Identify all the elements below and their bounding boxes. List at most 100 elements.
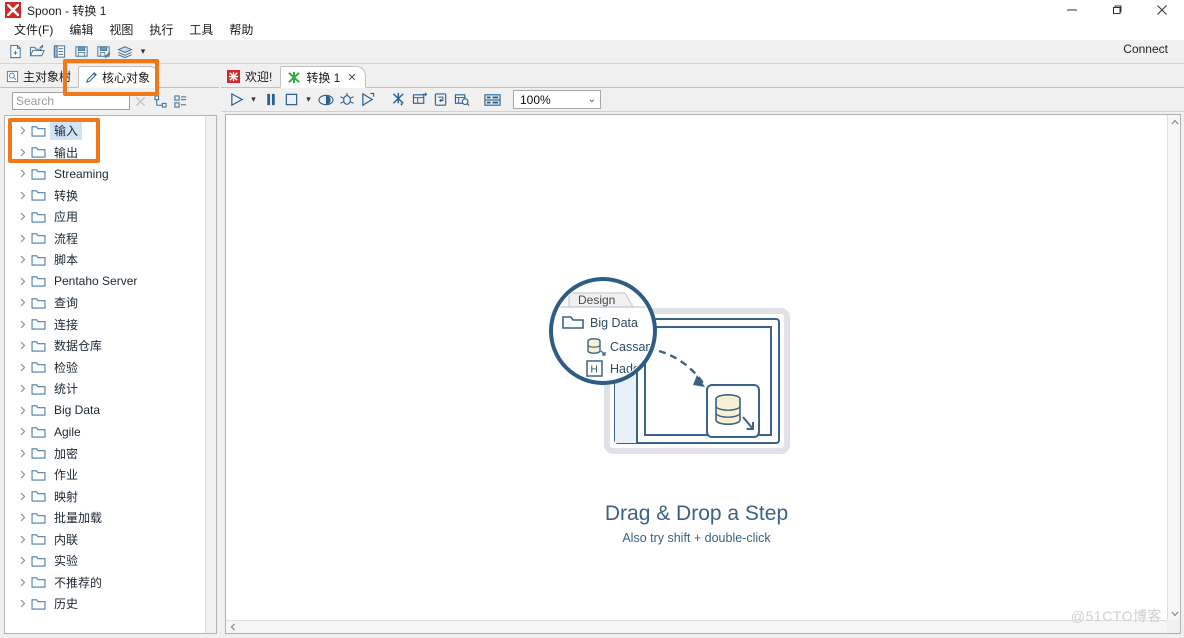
tree-item-label: Pentaho Server bbox=[54, 274, 138, 289]
tree-item[interactable]: 内联 bbox=[5, 529, 205, 551]
preview-icon[interactable] bbox=[315, 89, 336, 111]
chevron-right-icon[interactable] bbox=[15, 599, 31, 608]
folder-icon bbox=[31, 211, 51, 223]
chevron-right-icon[interactable] bbox=[15, 427, 31, 436]
tree-item[interactable]: 作业 bbox=[5, 464, 205, 486]
clear-x-icon[interactable] bbox=[130, 96, 150, 107]
analyze-impact-icon[interactable] bbox=[451, 89, 472, 111]
tree-item[interactable]: 转换 bbox=[5, 185, 205, 207]
tree-item[interactable]: 批量加载 bbox=[5, 507, 205, 529]
menu-view[interactable]: 视图 bbox=[101, 20, 141, 40]
scroll-down-icon[interactable] bbox=[1168, 607, 1181, 620]
chevron-right-icon[interactable] bbox=[15, 556, 31, 565]
tree-item[interactable]: 统计 bbox=[5, 378, 205, 400]
chevron-right-icon[interactable] bbox=[15, 277, 31, 286]
transformation-canvas[interactable]: Design Big Data Cassandr H Hadoop Drag &… bbox=[226, 115, 1167, 620]
tab-welcome[interactable]: 欢迎! bbox=[221, 65, 280, 87]
grid-icon[interactable] bbox=[482, 89, 503, 111]
chevron-right-icon[interactable] bbox=[15, 470, 31, 479]
chevron-right-icon[interactable] bbox=[15, 169, 31, 178]
chevron-right-icon[interactable] bbox=[15, 191, 31, 200]
run-options-caret[interactable]: ▾ bbox=[247, 89, 260, 111]
tab-main-object-tree[interactable]: 主对象树 bbox=[0, 65, 78, 87]
chevron-right-icon[interactable] bbox=[15, 384, 31, 393]
tree-item-label: 查询 bbox=[54, 296, 79, 311]
tab-core-objects[interactable]: 核心对象 bbox=[78, 66, 159, 88]
tree-item[interactable]: 流程 bbox=[5, 228, 205, 250]
menu-help[interactable]: 帮助 bbox=[221, 20, 261, 40]
tree-item[interactable]: 不推荐的 bbox=[5, 572, 205, 594]
menu-edit[interactable]: 编辑 bbox=[61, 20, 101, 40]
layers-dropdown-caret[interactable]: ▾ bbox=[136, 41, 150, 63]
chevron-right-icon[interactable] bbox=[15, 255, 31, 264]
tree-item[interactable]: 数据仓库 bbox=[5, 335, 205, 357]
close-icon[interactable]: ✕ bbox=[347, 71, 356, 84]
tree-item[interactable]: 映射 bbox=[5, 486, 205, 508]
tree-item[interactable]: 输入 bbox=[5, 120, 205, 142]
explore-repository-icon[interactable] bbox=[48, 41, 70, 63]
tree-item[interactable]: 加密 bbox=[5, 443, 205, 465]
chevron-right-icon[interactable] bbox=[15, 363, 31, 372]
replay-icon[interactable] bbox=[357, 89, 378, 111]
connect-link[interactable]: Connect bbox=[1123, 42, 1168, 56]
stop-options-caret[interactable]: ▾ bbox=[302, 89, 315, 111]
tree-item[interactable]: 检验 bbox=[5, 357, 205, 379]
tree-item[interactable]: 实验 bbox=[5, 550, 205, 572]
stop-icon[interactable] bbox=[281, 89, 302, 111]
layers-icon[interactable] bbox=[114, 41, 136, 63]
show-execution-results-icon[interactable] bbox=[430, 89, 451, 111]
menu-run[interactable]: 执行 bbox=[141, 20, 181, 40]
save-as-icon[interactable] bbox=[92, 41, 114, 63]
zoom-select[interactable]: 100% ⌄ bbox=[513, 90, 601, 109]
chevron-right-icon[interactable] bbox=[15, 126, 31, 135]
maximize-button[interactable] bbox=[1094, 0, 1139, 20]
tree-scrollbar[interactable] bbox=[205, 116, 216, 633]
chevron-right-icon[interactable] bbox=[15, 298, 31, 307]
transformation-settings-icon[interactable] bbox=[388, 89, 409, 111]
menu-file[interactable]: 文件(F) bbox=[6, 20, 61, 40]
chevron-right-icon[interactable] bbox=[15, 535, 31, 544]
new-file-icon[interactable] bbox=[4, 41, 26, 63]
canvas-vertical-scrollbar[interactable] bbox=[1167, 115, 1180, 620]
chevron-right-icon[interactable] bbox=[15, 492, 31, 501]
chevron-right-icon[interactable] bbox=[15, 513, 31, 522]
chevron-right-icon[interactable] bbox=[15, 148, 31, 157]
save-icon[interactable] bbox=[70, 41, 92, 63]
tree-item[interactable]: 应用 bbox=[5, 206, 205, 228]
collapse-all-icon[interactable] bbox=[170, 94, 190, 108]
tree-item[interactable]: 脚本 bbox=[5, 249, 205, 271]
chevron-right-icon[interactable] bbox=[15, 341, 31, 350]
minimize-button[interactable] bbox=[1049, 0, 1094, 20]
debug-icon[interactable] bbox=[336, 89, 357, 111]
chevron-right-icon[interactable] bbox=[15, 212, 31, 221]
menu-tools[interactable]: 工具 bbox=[181, 20, 221, 40]
run-icon[interactable] bbox=[226, 89, 247, 111]
open-folder-icon[interactable] bbox=[26, 41, 48, 63]
chevron-right-icon[interactable] bbox=[15, 578, 31, 587]
scroll-left-icon[interactable] bbox=[226, 621, 239, 634]
tree-item-label: 脚本 bbox=[54, 253, 79, 268]
canvas-horizontal-scrollbar[interactable] bbox=[226, 620, 1167, 633]
tree-item[interactable]: 连接 bbox=[5, 314, 205, 336]
tree-item[interactable]: 查询 bbox=[5, 292, 205, 314]
chevron-right-icon[interactable] bbox=[15, 234, 31, 243]
tree-item[interactable]: 输出 bbox=[5, 142, 205, 164]
tree-item-label: 统计 bbox=[54, 382, 79, 397]
show-last-preview-icon[interactable] bbox=[409, 89, 430, 111]
scroll-up-icon[interactable] bbox=[1168, 115, 1181, 128]
tree-item-label: 映射 bbox=[54, 489, 79, 504]
pause-icon[interactable] bbox=[260, 89, 281, 111]
tree-item[interactable]: Big Data bbox=[5, 400, 205, 422]
chevron-right-icon[interactable] bbox=[15, 320, 31, 329]
expand-all-icon[interactable] bbox=[150, 94, 170, 108]
tree-item[interactable]: Streaming bbox=[5, 163, 205, 185]
tree-item[interactable]: Pentaho Server bbox=[5, 271, 205, 293]
search-input[interactable]: Search bbox=[12, 92, 130, 110]
tab-transformation-1[interactable]: 转换 1 ✕ bbox=[280, 66, 366, 88]
tree-item[interactable]: Agile bbox=[5, 421, 205, 443]
tree-item-label: Streaming bbox=[54, 166, 109, 181]
tree-item[interactable]: 历史 bbox=[5, 593, 205, 615]
close-button[interactable] bbox=[1139, 0, 1184, 20]
chevron-right-icon[interactable] bbox=[15, 406, 31, 415]
chevron-right-icon[interactable] bbox=[15, 449, 31, 458]
